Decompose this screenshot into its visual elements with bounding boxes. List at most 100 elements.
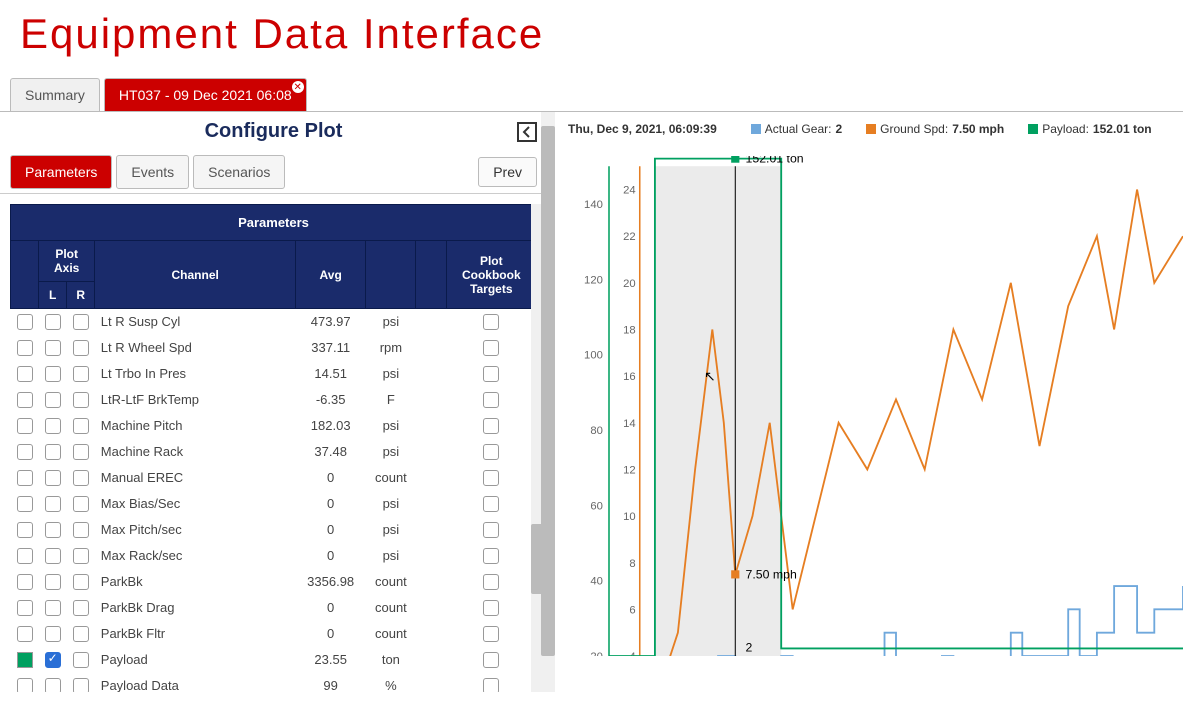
plot-left-checkbox[interactable] [45,392,61,408]
cookbook-checkbox[interactable] [483,314,499,330]
unit: rpm [366,335,416,361]
close-icon[interactable]: ✕ [292,81,304,93]
row-checkbox[interactable] [17,522,33,538]
svg-text:12: 12 [623,465,636,477]
row-checkbox[interactable] [17,548,33,564]
cookbook-checkbox[interactable] [483,470,499,486]
plot-left-checkbox[interactable] [45,496,61,512]
svg-text:8: 8 [629,558,635,570]
plot-right-checkbox[interactable] [73,392,89,408]
row-checkbox[interactable] [17,678,33,692]
plot-right-checkbox[interactable] [73,548,89,564]
table-row: Payload23.55ton [11,647,537,673]
plot-right-checkbox[interactable] [73,522,89,538]
chart[interactable]: 140120100806040202422201816141210864152.… [568,156,1183,656]
channel-name: ParkBk Fltr [95,621,296,647]
cookbook-checkbox[interactable] [483,392,499,408]
plot-right-checkbox[interactable] [73,496,89,512]
plot-left-checkbox[interactable] [45,418,61,434]
avg-value: 23.55 [296,647,366,673]
channel-name: LtR-LtF BrkTemp [95,387,296,413]
svg-text:16: 16 [623,371,636,383]
tab-scenarios[interactable]: Scenarios [193,155,285,189]
plot-right-checkbox[interactable] [73,600,89,616]
cookbook-checkbox[interactable] [483,678,499,692]
row-checkbox[interactable] [17,496,33,512]
plot-left-checkbox[interactable] [45,444,61,460]
plot-right-checkbox[interactable] [73,678,89,692]
plot-right-checkbox[interactable] [73,340,89,356]
svg-text:152.01 ton: 152.01 ton [746,156,804,166]
row-checkbox[interactable] [17,574,33,590]
row-checkbox[interactable] [17,366,33,382]
plot-left-checkbox[interactable] [45,314,61,330]
row-checkbox[interactable] [17,418,33,434]
row-checkbox[interactable] [17,340,33,356]
plot-left-checkbox[interactable] [45,678,61,692]
channel-name: Payload Data [95,673,296,693]
legend-gear: Actual Gear: 2 [751,122,842,136]
plot-right-checkbox[interactable] [73,418,89,434]
plot-left-checkbox[interactable] [45,522,61,538]
svg-text:120: 120 [584,274,603,286]
plot-right-checkbox[interactable] [73,626,89,642]
cookbook-checkbox[interactable] [483,366,499,382]
cookbook-checkbox[interactable] [483,496,499,512]
tab-summary[interactable]: Summary [10,78,100,111]
tab-parameters[interactable]: Parameters [10,155,112,189]
row-checkbox[interactable] [17,314,33,330]
plot-left-checkbox[interactable] [45,626,61,642]
cookbook-checkbox[interactable] [483,418,499,434]
cookbook-checkbox[interactable] [483,444,499,460]
plot-right-checkbox[interactable] [73,652,89,668]
svg-text:24: 24 [623,185,636,197]
legend-payload: Payload: 152.01 ton [1028,122,1151,136]
cookbook-checkbox[interactable] [483,340,499,356]
cookbook-checkbox[interactable] [483,574,499,590]
avg-value: -6.35 [296,387,366,413]
avg-value: 0 [296,621,366,647]
plot-left-checkbox[interactable] [45,470,61,486]
channel-name: Max Pitch/sec [95,517,296,543]
row-checkbox[interactable] [17,392,33,408]
prev-button[interactable]: Prev [478,157,537,187]
plot-left-checkbox[interactable] [45,548,61,564]
plot-left-checkbox[interactable] [45,600,61,616]
cookbook-checkbox[interactable] [483,548,499,564]
row-checkbox[interactable] [17,444,33,460]
avg-value: 3356.98 [296,569,366,595]
cookbook-checkbox[interactable] [483,652,499,668]
plot-left-checkbox[interactable] [45,366,61,382]
avg-value: 0 [296,465,366,491]
plot-right-checkbox[interactable] [73,366,89,382]
col-plot-axis: Plot Axis [39,241,95,282]
table-row: LtR-LtF BrkTemp-6.35F [11,387,537,413]
tab-events[interactable]: Events [116,155,189,189]
plot-right-checkbox[interactable] [73,314,89,330]
plot-right-checkbox[interactable] [73,470,89,486]
avg-value: 337.11 [296,335,366,361]
svg-text:60: 60 [590,500,603,512]
cookbook-checkbox[interactable] [483,626,499,642]
svg-text:10: 10 [623,511,636,523]
unit: % [366,673,416,693]
table-row: ParkBk Fltr0count [11,621,537,647]
tab-active-event[interactable]: HT037 - 09 Dec 2021 06:08 ✕ [104,78,307,111]
cookbook-checkbox[interactable] [483,522,499,538]
unit: count [366,621,416,647]
row-checkbox[interactable] [17,626,33,642]
row-checkbox[interactable] [17,600,33,616]
collapse-icon[interactable] [517,122,537,142]
table-row: Lt R Susp Cyl473.97psi [11,309,537,335]
plot-left-checkbox[interactable] [45,340,61,356]
row-checkbox[interactable] [17,470,33,486]
channel-name: Payload [95,647,296,673]
plot-right-checkbox[interactable] [73,574,89,590]
table-row: Lt R Wheel Spd337.11rpm [11,335,537,361]
plot-left-checkbox[interactable] [45,652,61,668]
cookbook-checkbox[interactable] [483,600,499,616]
svg-text:80: 80 [590,425,603,437]
plot-right-checkbox[interactable] [73,444,89,460]
plot-left-checkbox[interactable] [45,574,61,590]
channel-name: Max Rack/sec [95,543,296,569]
